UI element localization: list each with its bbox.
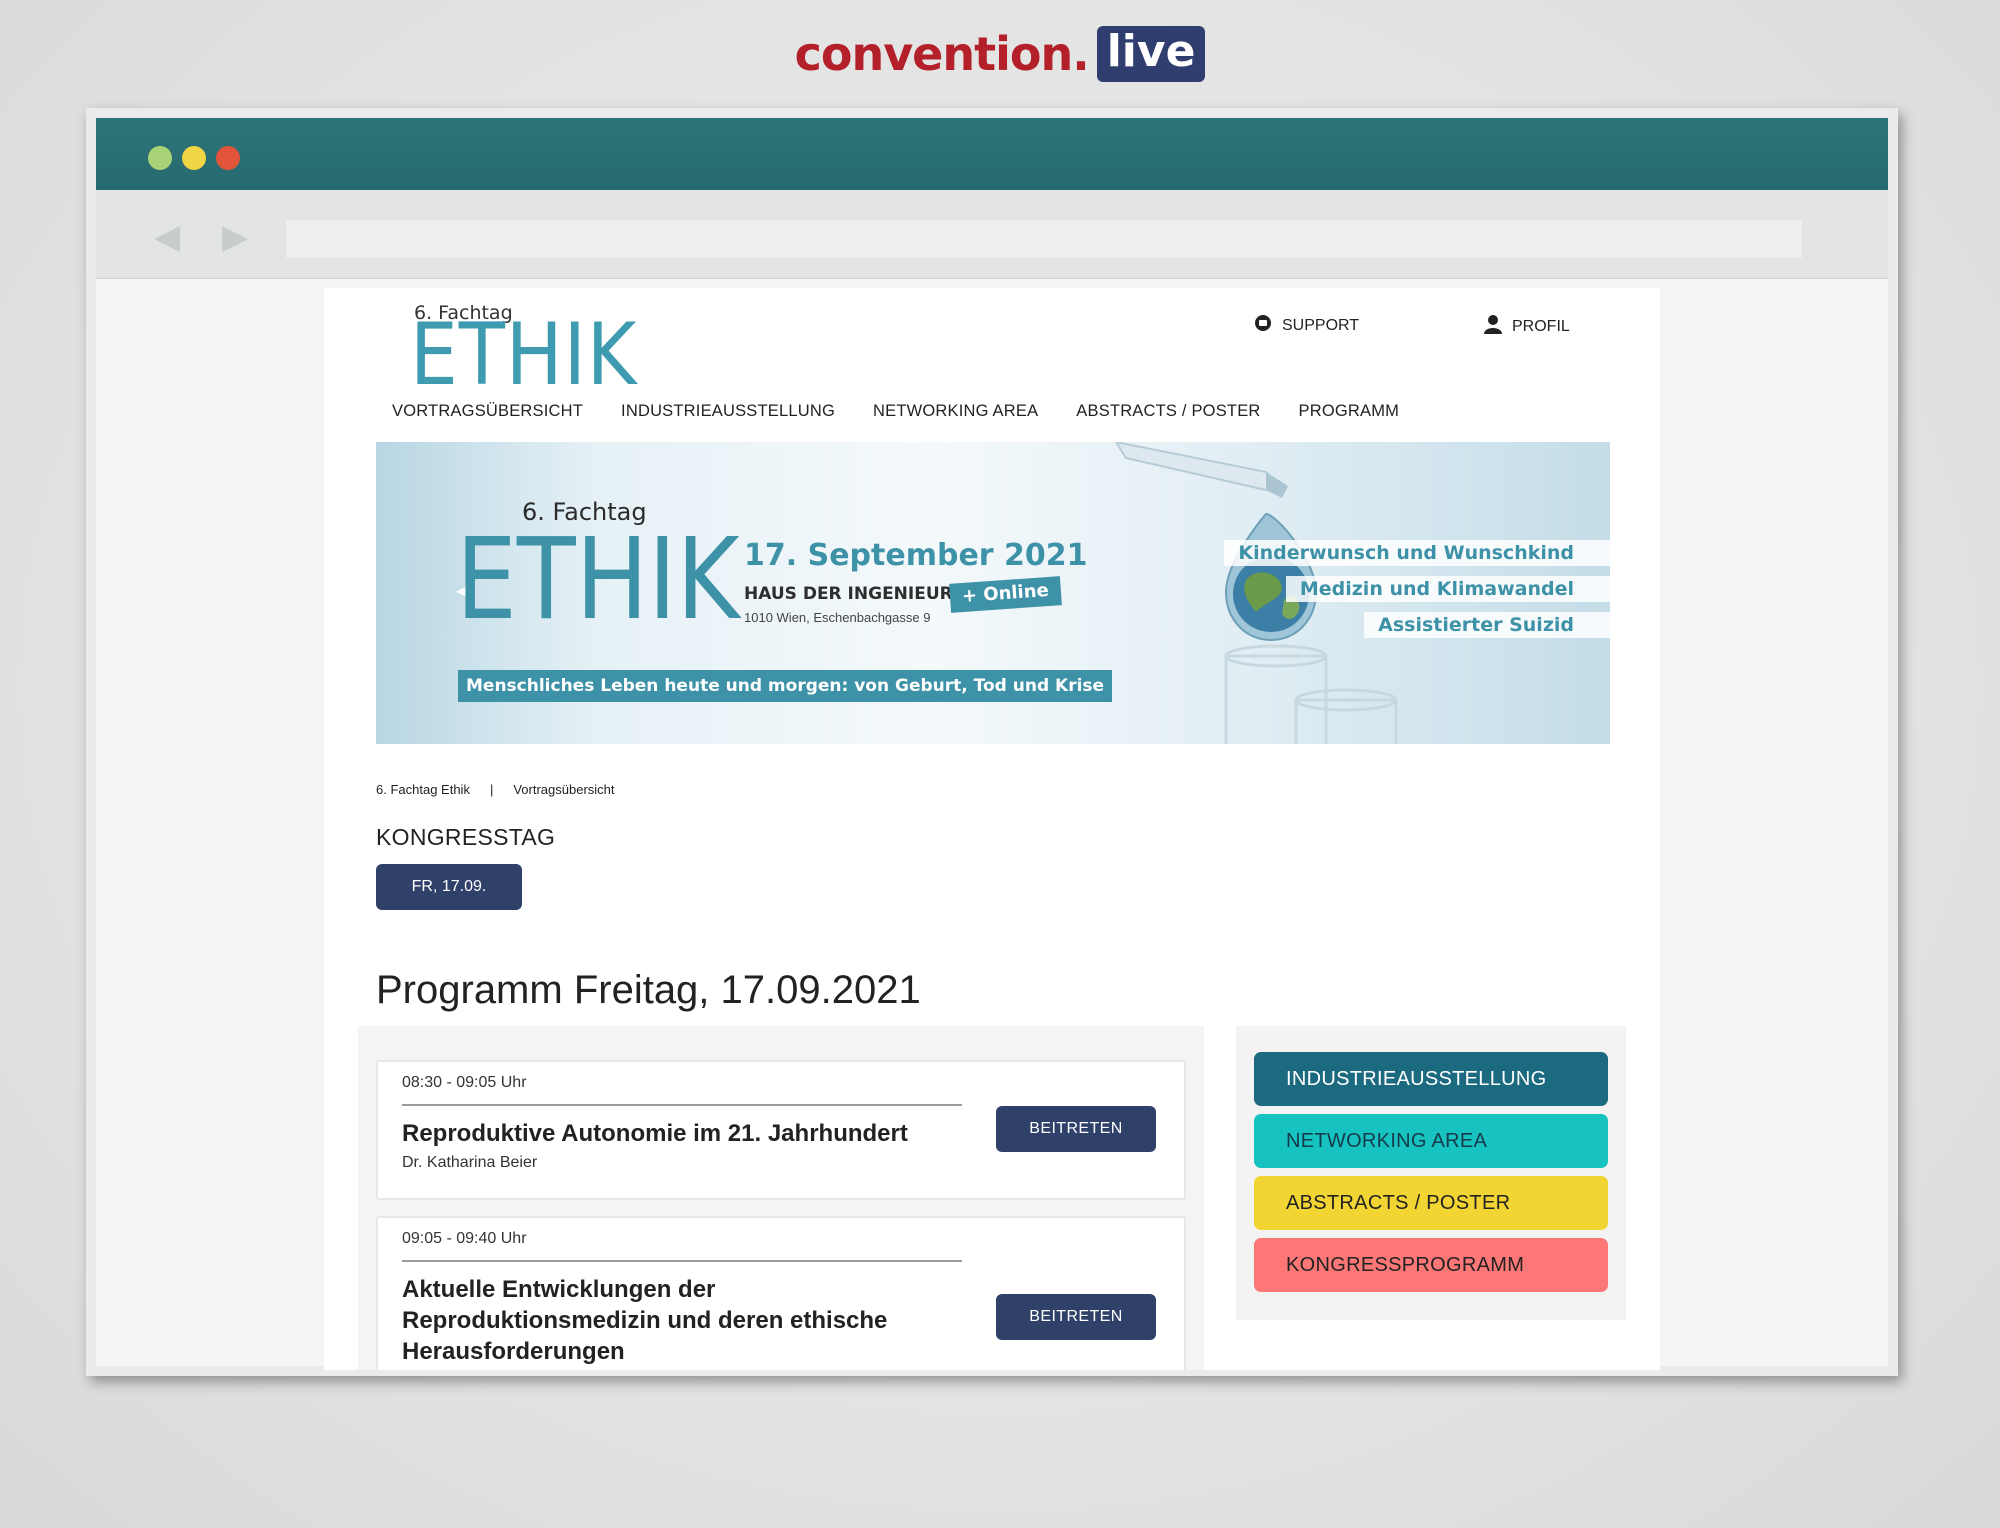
session-time: 08:30 - 09:05 Uhr <box>402 1074 527 1091</box>
banner-title: ETHIK <box>456 515 740 645</box>
banner-topic: Medizin und Klimawandel <box>1285 576 1610 602</box>
banner-date: 17. September 2021 <box>744 538 1088 573</box>
quicklink-kongressprogramm-button[interactable]: KONGRESSPROGRAMM <box>1254 1238 1608 1292</box>
close-window-button[interactable] <box>216 146 240 170</box>
banner-venue: HAUS DER INGENIEURE <box>744 584 965 604</box>
breadcrumb-current: Vortragsübersicht <box>513 782 615 797</box>
session-speaker: Dr. Katharina Beier <box>402 1154 538 1171</box>
convention-live-logo: convention. live <box>0 26 2000 82</box>
session-time: 09:05 - 09:40 Uhr <box>402 1230 527 1247</box>
minimize-window-button[interactable] <box>182 146 206 170</box>
forward-arrow-icon[interactable]: ▶ <box>222 220 248 254</box>
session-title: Aktuelle Entwicklungen der Reproduktions… <box>402 1276 888 1365</box>
web-page: 6. Fachtag ETHIK SUPPORT PROFIL VORTRAGS… <box>324 288 1660 1370</box>
nav-item-vortragsuebersicht[interactable]: VORTRAGSÜBERSICHT <box>392 402 583 421</box>
banner-address: 1010 Wien, Eschenbachgasse 9 <box>744 610 931 625</box>
quicklink-industrieausstellung-button[interactable]: INDUSTRIEAUSSTELLUNG <box>1254 1052 1608 1106</box>
address-bar[interactable] <box>286 220 1802 258</box>
user-icon <box>1484 314 1502 339</box>
quicklink-abstracts-poster-button[interactable]: ABSTRACTS / POSTER <box>1254 1176 1608 1230</box>
banner-online-badge: + Online <box>949 576 1062 613</box>
browser-window: ◀ ▶ 6. Fachtag ETHIK SUPPORT PROFIL VORT… <box>86 108 1898 1376</box>
browser-titlebar <box>96 118 1888 190</box>
main-navigation: VORTRAGSÜBERSICHT INDUSTRIEAUSSTELLUNG N… <box>392 402 1437 421</box>
profil-label: PROFIL <box>1512 317 1570 335</box>
breadcrumb-separator: | <box>489 782 494 797</box>
browser-toolbar: ◀ ▶ <box>96 190 1888 279</box>
day-selector-button[interactable]: FR, 17.09. <box>376 864 522 910</box>
banner-tagline: Menschliches Leben heute und morgen: von… <box>458 670 1113 702</box>
nav-item-industrieausstellung[interactable]: INDUSTRIEAUSSTELLUNG <box>621 402 835 421</box>
join-button[interactable]: BEITRETEN <box>996 1106 1156 1152</box>
divider <box>402 1104 962 1106</box>
divider <box>402 1260 962 1262</box>
event-banner: ◀ 6. Fachtag ETHIK 17. September 2021 HA… <box>376 442 1610 744</box>
quicklinks-panel: INDUSTRIEAUSSTELLUNG NETWORKING AREA ABS… <box>1236 1026 1626 1320</box>
breadcrumb-root[interactable]: 6. Fachtag Ethik <box>376 782 470 797</box>
nav-item-programm[interactable]: PROGRAMM <box>1299 402 1400 421</box>
kongresstag-heading: KONGRESSTAG <box>376 824 556 850</box>
support-label: SUPPORT <box>1282 316 1360 334</box>
banner-topic: Assistierter Suizid <box>1364 612 1610 638</box>
session-card: 08:30 - 09:05 Uhr Reproduktive Autonomie… <box>376 1060 1186 1200</box>
session-card: 09:05 - 09:40 Uhr Aktuelle Entwicklungen… <box>376 1216 1186 1370</box>
session-title: Reproduktive Autonomie im 21. Jahrhunder… <box>402 1120 908 1147</box>
nav-item-abstracts-poster[interactable]: ABSTRACTS / POSTER <box>1076 402 1260 421</box>
event-logo[interactable]: ETHIK <box>410 312 637 398</box>
brand-word: convention. <box>794 27 1090 81</box>
brand-badge: live <box>1096 26 1206 82</box>
back-arrow-icon[interactable]: ◀ <box>154 220 180 254</box>
support-link[interactable]: SUPPORT <box>1254 314 1359 337</box>
session-list: 08:30 - 09:05 Uhr Reproduktive Autonomie… <box>358 1026 1204 1370</box>
profil-link[interactable]: PROFIL <box>1484 314 1570 339</box>
nav-item-networking-area[interactable]: NETWORKING AREA <box>873 402 1038 421</box>
banner-topic: Kinderwunsch und Wunschkind <box>1224 540 1610 566</box>
support-chat-icon <box>1254 314 1272 337</box>
quicklink-networking-area-button[interactable]: NETWORKING AREA <box>1254 1114 1608 1168</box>
join-button[interactable]: BEITRETEN <box>996 1294 1156 1340</box>
page-title: Programm Freitag, 17.09.2021 <box>376 968 921 1012</box>
breadcrumb: 6. Fachtag Ethik | Vortragsübersicht <box>376 782 615 797</box>
maximize-window-button[interactable] <box>148 146 172 170</box>
